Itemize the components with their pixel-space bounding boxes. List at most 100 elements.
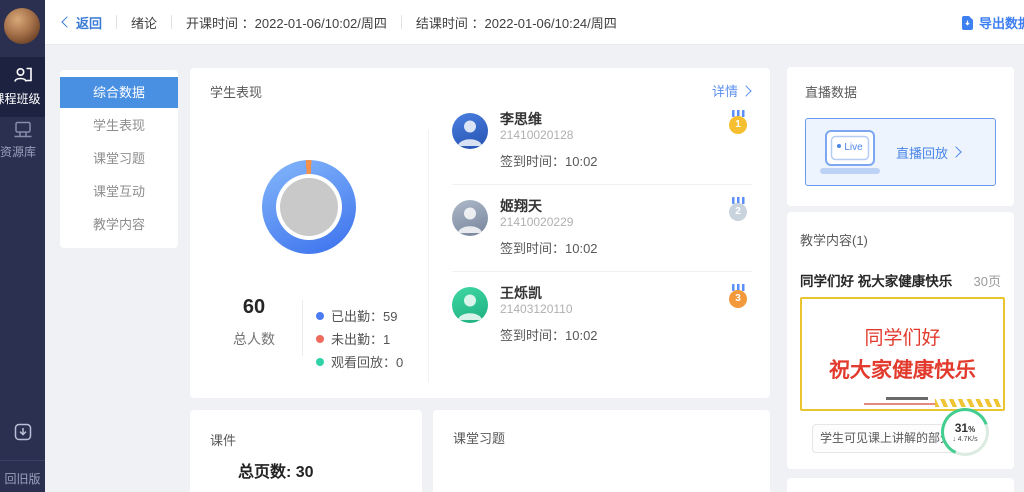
- student-id: 21410020229: [500, 215, 752, 230]
- topbar: 返回 绪论 开课时间 ：2022-01-06/10:02/周四 结课时间 ：20…: [45, 0, 1024, 45]
- card-title: 学生表现: [210, 82, 262, 101]
- attendance-donut-chart: [262, 160, 356, 254]
- laptop-live-icon: Live: [814, 126, 884, 178]
- topbar-divider: [171, 15, 172, 29]
- slide-footer-bar: [886, 397, 928, 400]
- sidebar-item-label: 课程班级: [0, 90, 45, 107]
- sidebar-divider: [0, 460, 45, 461]
- export-label: 导出数据: [979, 13, 1024, 32]
- resource-library-icon: [12, 120, 34, 140]
- slide-text-line2: 祝大家健康快乐: [801, 354, 1004, 384]
- student-avatar: [452, 287, 488, 323]
- tab-class-exercises[interactable]: 课堂习题: [60, 143, 178, 174]
- document-row[interactable]: 同学们好 祝大家健康快乐 30页: [800, 270, 1001, 290]
- student-performance-card: 学生表现 详情 60 总人数 已出勤：59 未出勤：1: [190, 68, 770, 398]
- checkin-time: 签到时间：10:02: [500, 238, 752, 257]
- topbar-divider: [116, 15, 117, 29]
- back-button[interactable]: 返回: [63, 13, 102, 32]
- student-avatar: [452, 200, 488, 236]
- end-time: 结课时间 ：2022-01-06/10:24/周四: [416, 13, 617, 32]
- export-file-icon: [961, 16, 974, 30]
- tab-student-performance[interactable]: 学生表现: [60, 110, 178, 141]
- sidebar-item-label: 资源库: [0, 143, 45, 160]
- card-title: 课堂习题: [453, 428, 505, 447]
- student-avatar: [452, 113, 488, 149]
- user-avatar[interactable]: [4, 8, 40, 44]
- total-students-value: 60: [208, 296, 300, 319]
- total-students-label: 总人数: [208, 329, 300, 349]
- student-rank-list: 李思维 21410020128 签到时间：10:02 1 姬翔天: [452, 98, 752, 358]
- slide-text-line1: 同学们好: [802, 323, 1003, 350]
- tab-overview-data[interactable]: 综合数据: [60, 77, 178, 108]
- courseware-card: 课件 总页数: 30: [190, 410, 422, 492]
- medal-silver-icon: 2: [728, 197, 748, 221]
- card-title: 直播数据: [805, 82, 857, 101]
- medal-rank: 3: [729, 290, 747, 308]
- student-info: 王烁凯 21403120110 签到时间：10:02: [500, 285, 752, 344]
- student-visibility-note[interactable]: 学生可见课上讲解的部分: [812, 424, 960, 453]
- progress-percent: 31%: [955, 421, 975, 435]
- network-speed: ↓ 4.7K/s: [952, 436, 977, 443]
- legend-text: 观看回放：0: [331, 352, 403, 371]
- chevron-right-icon: [950, 146, 961, 157]
- sidebar-item-resource-library[interactable]: 资源库: [0, 120, 45, 168]
- old-version-label: 回旧版: [0, 470, 45, 487]
- legend-dot-blue: [316, 312, 324, 320]
- student-name: 姬翔天: [500, 198, 752, 215]
- section-menu: 综合数据 学生表现 课堂习题 课堂互动 教学内容: [60, 70, 178, 248]
- donut-center: [280, 178, 338, 236]
- medal-rank: 1: [729, 116, 747, 134]
- chevron-left-icon: [61, 16, 72, 27]
- slide-corner-stripes: [935, 399, 1001, 407]
- checkin-time: 签到时间：10:02: [500, 325, 752, 344]
- legend-absent: 未出勤：1: [316, 327, 403, 350]
- live-replay-link[interactable]: 直播回放: [896, 143, 960, 162]
- network-progress-inner: 31% ↓ 4.7K/s: [944, 411, 986, 453]
- legend-dot-green: [316, 358, 324, 366]
- legend-replay: 观看回放：0: [316, 350, 403, 373]
- student-row[interactable]: 王烁凯 21403120110 签到时间：10:02 3: [452, 272, 752, 358]
- back-label: 返回: [76, 13, 102, 32]
- app-root: 课程班级 资源库 回旧版: [0, 0, 1024, 492]
- start-time: 开课时间 ：2022-01-06/10:02/周四: [186, 13, 387, 32]
- next-card-partial: [787, 478, 1014, 492]
- student-row[interactable]: 李思维 21410020128 签到时间：10:02 1: [452, 98, 752, 185]
- total-block: 60 总人数: [208, 296, 300, 349]
- live-data-card: 直播数据 Live 直播回放: [787, 67, 1014, 206]
- student-id: 21403120110: [500, 302, 752, 317]
- medal-bronze-icon: 3: [728, 284, 748, 308]
- slide-thumbnail[interactable]: 同学们好 祝大家健康快乐: [800, 297, 1005, 411]
- legend-dot-red: [316, 335, 324, 343]
- live-replay-box[interactable]: Live 直播回放: [805, 118, 996, 186]
- export-data-button[interactable]: 导出数据: [961, 0, 1024, 45]
- student-info: 李思维 21410020128 签到时间：10:02: [500, 111, 752, 170]
- network-progress-widget: 31% ↓ 4.7K/s: [941, 408, 989, 456]
- sidebar-item-old-version[interactable]: 回旧版: [0, 470, 45, 490]
- live-label: Live: [828, 142, 872, 153]
- sidebar-item-course-class[interactable]: 课程班级: [0, 57, 45, 117]
- topbar-divider: [401, 15, 402, 29]
- sidebar-item-download[interactable]: [0, 422, 45, 452]
- download-icon: [13, 422, 33, 442]
- total-pages: 总页数: 30: [238, 458, 314, 482]
- chapter-title: 绪论: [131, 13, 157, 32]
- student-name: 王烁凯: [500, 285, 752, 302]
- document-pages: 30页: [974, 271, 1001, 290]
- legend-attended: 已出勤：59: [316, 304, 403, 327]
- student-name: 李思维: [500, 111, 752, 128]
- sidebar: 课程班级 资源库 回旧版: [0, 0, 45, 492]
- medal-gold-icon: 1: [728, 110, 748, 134]
- legend-text: 已出勤：59: [331, 306, 397, 325]
- stat-divider: [302, 300, 303, 356]
- course-class-icon: [12, 65, 34, 87]
- legend-text: 未出勤：1: [331, 329, 390, 348]
- tab-class-interaction[interactable]: 课堂互动: [60, 176, 178, 207]
- attendance-legend: 已出勤：59 未出勤：1 观看回放：0: [316, 304, 403, 373]
- exercises-card: 课堂习题: [433, 410, 770, 492]
- student-row[interactable]: 姬翔天 21410020229 签到时间：10:02 2: [452, 185, 752, 272]
- tab-teaching-content[interactable]: 教学内容: [60, 209, 178, 240]
- replay-label: 直播回放: [896, 143, 948, 162]
- student-id: 21410020128: [500, 128, 752, 143]
- medal-rank: 2: [729, 203, 747, 221]
- card-title: 课件: [210, 430, 236, 449]
